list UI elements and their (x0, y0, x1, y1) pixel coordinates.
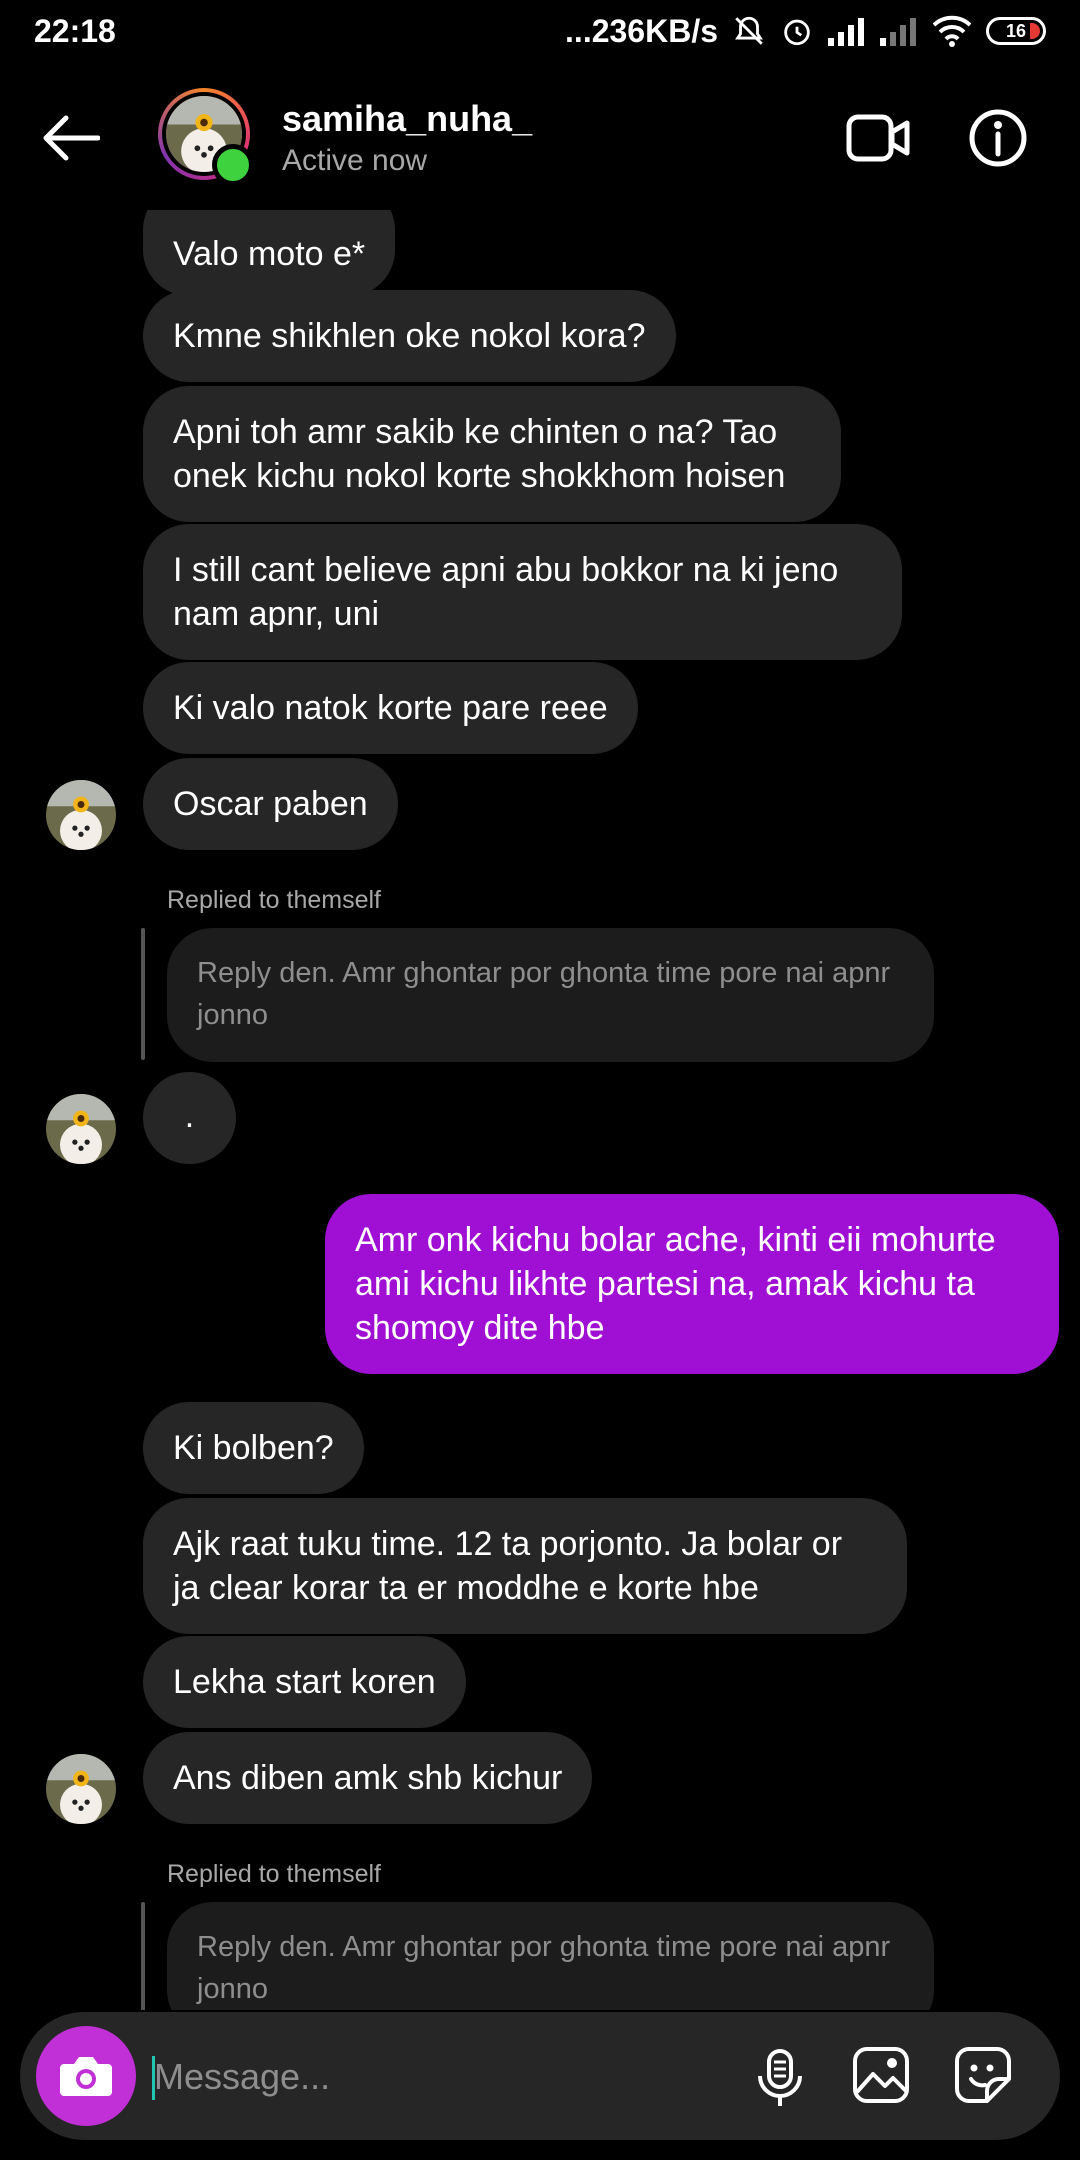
replied-label: Replied to themself (167, 886, 382, 914)
reply-bubble[interactable]: Reply den. Amr ghontar por ghonta time p… (167, 928, 934, 1062)
reply-bubble[interactable]: Reply den. Amr ghontar por ghonta time p… (167, 1902, 934, 2010)
online-indicator (212, 144, 254, 186)
battery-level: 16 (1005, 20, 1027, 41)
message-composer (20, 2012, 1060, 2140)
microphone-icon[interactable] (752, 2048, 808, 2108)
sender-avatar[interactable] (46, 780, 116, 850)
battery-icon: 16 (986, 17, 1046, 45)
video-call-icon[interactable] (846, 112, 910, 164)
sender-avatar[interactable] (46, 1754, 116, 1824)
sender-avatar[interactable] (46, 1094, 116, 1164)
message-bubble[interactable]: I still cant believe apni abu bokkor na … (143, 524, 902, 660)
message-bubble[interactable]: Oscar paben (143, 758, 398, 850)
gallery-icon[interactable] (852, 2046, 910, 2104)
reply-bar (141, 928, 145, 1060)
message-bubble[interactable]: . (143, 1072, 236, 1164)
contact-status: Active now (282, 144, 428, 177)
back-arrow-icon[interactable] (40, 114, 100, 162)
message-bubble[interactable]: Kmne shikhlen oke nokol kora? (143, 290, 676, 382)
reply-bar (141, 1902, 145, 2010)
message-bubble[interactable]: Ajk raat tuku time. 12 ta porjonto. Ja b… (143, 1498, 907, 1634)
info-icon[interactable] (968, 108, 1028, 168)
message-bubble[interactable]: Lekha start koren (143, 1636, 466, 1728)
dog-avatar-image (46, 1094, 116, 1164)
camera-button[interactable] (36, 2026, 136, 2126)
message-bubble[interactable]: Ki bolben? (143, 1402, 364, 1494)
chat-header: samiha_nuha_ Active now (0, 62, 1080, 210)
message-bubble[interactable]: Apni toh amr sakib ke chinten o na? Tao … (143, 386, 841, 522)
replied-label: Replied to themself (167, 1860, 382, 1888)
contact-name[interactable]: samiha_nuha_ (282, 98, 532, 140)
signal-weak-icon (880, 18, 916, 46)
status-time: 22:18 (34, 12, 116, 49)
my-message-bubble[interactable]: Amr onk kichu bolar ache, kinti eii mohu… (325, 1194, 1059, 1374)
signal-icon (828, 18, 864, 46)
message-bubble[interactable]: Ki valo natok korte pare reee (143, 662, 638, 754)
message-bubble[interactable]: Ans diben amk shb kichur (143, 1732, 593, 1824)
dog-avatar-image (46, 780, 116, 850)
camera-icon (60, 2057, 112, 2096)
wifi-icon (932, 15, 972, 47)
network-speed: ...236KB/s (565, 12, 718, 49)
status-bar: 22:18 ...236KB/s 16 (0, 0, 1080, 62)
status-icons: ...236KB/s 16 (565, 13, 1046, 50)
message-bubble[interactable]: Valo moto e* (143, 210, 396, 296)
dog-avatar-image (46, 1754, 116, 1824)
sticker-icon[interactable] (954, 2046, 1012, 2104)
message-thread[interactable]: Valo moto e* Kmne shikhlen oke nokol kor… (0, 210, 1080, 2010)
mute-icon (735, 16, 763, 45)
alarm-icon (784, 19, 810, 46)
message-input[interactable] (152, 2042, 716, 2112)
